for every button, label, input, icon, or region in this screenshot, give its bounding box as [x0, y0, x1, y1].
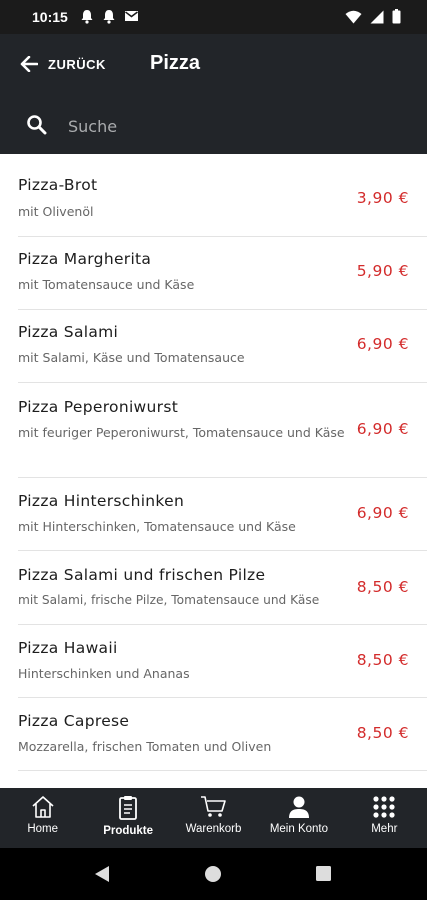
product-item[interactable]: Pizza Peperoniwurst mit feuriger Peperon… — [18, 383, 427, 478]
product-name: Pizza Margherita — [18, 250, 152, 268]
nav-label: Home — [27, 823, 59, 835]
search-bar — [0, 104, 427, 148]
product-name: Pizza Hawaii — [18, 639, 118, 657]
battery-icon — [392, 9, 401, 24]
back-label: ZURÜCK — [48, 56, 106, 72]
system-navigation-bar — [0, 848, 427, 900]
product-name: Pizza Caprese — [18, 712, 130, 730]
user-icon — [288, 796, 309, 818]
product-price: 8,50 € — [356, 651, 409, 669]
product-price: 6,90 € — [356, 335, 409, 353]
system-status-icons — [345, 9, 401, 24]
product-price: 6,90 € — [356, 420, 409, 438]
product-description: Mozzarella, frischen Tomaten und Oliven — [18, 739, 272, 754]
home-icon — [32, 796, 54, 818]
product-name: Pizza-Brot — [18, 176, 98, 194]
product-item[interactable]: Pizza Margherita mit Tomatensauce und Kä… — [18, 237, 427, 310]
product-description: mit Olivenöl — [18, 204, 94, 219]
product-item[interactable]: Pizza-Brot mit Olivenöl 3,90 € — [18, 154, 427, 237]
nav-label: Mehr — [371, 823, 398, 835]
nav-label: Warenkorb — [185, 823, 242, 835]
product-list: Pizza-Brot mit Olivenöl 3,90 € Pizza Mar… — [0, 154, 427, 788]
notification-bell-icon — [103, 10, 115, 24]
nav-item-warenkorb[interactable]: Warenkorb — [171, 788, 256, 848]
arrow-left-icon — [20, 56, 38, 72]
product-item[interactable]: Pizza Caprese Mozzarella, frischen Tomat… — [18, 698, 427, 771]
product-price: 8,50 € — [356, 724, 409, 742]
menu-card-icon — [119, 796, 138, 820]
product-name: Pizza Salami und frischen Pilze — [18, 566, 266, 584]
bottom-navigation: Home Produkte Warenkorb Mein Konto Mehr — [0, 788, 427, 848]
mail-icon — [125, 11, 138, 21]
wifi-icon — [345, 10, 362, 23]
search-icon[interactable] — [26, 114, 48, 136]
status-bar: 10:15 — [0, 0, 427, 34]
product-name: Pizza Salami — [18, 323, 119, 341]
product-price: 3,90 € — [356, 189, 409, 207]
home-circle-icon[interactable] — [204, 865, 222, 883]
notification-bell-icon — [81, 10, 93, 24]
product-description: mit Salami, Käse und Tomatensauce — [18, 350, 245, 365]
product-item[interactable]: Pizza Salami mit Salami, Käse und Tomate… — [18, 310, 427, 383]
product-description: Hinterschinken und Ananas — [18, 666, 190, 681]
product-item[interactable]: Pizza Salami und frischen Pilze mit Sala… — [18, 551, 427, 625]
notification-icons — [80, 9, 139, 24]
product-price: 5,90 € — [356, 262, 409, 280]
page-title: Pizza — [150, 52, 201, 74]
product-name: Pizza Peperoniwurst — [18, 398, 179, 416]
product-item[interactable]: Pizza Hawaii Hinterschinken und Ananas 8… — [18, 625, 427, 698]
nav-item-home[interactable]: Home — [0, 788, 85, 848]
product-description: mit Salami, frische Pilze, Tomatensauce … — [18, 593, 320, 607]
back-button[interactable]: ZURÜCK — [20, 54, 106, 74]
app-header: ZURÜCK Pizza — [0, 34, 427, 154]
back-triangle-icon[interactable] — [94, 865, 110, 883]
nav-label: Produkte — [103, 825, 154, 837]
product-description: mit Tomatensauce und Käse — [18, 277, 195, 292]
product-item[interactable]: Pizza Hinterschinken mit Hinterschinken,… — [18, 478, 427, 551]
status-time: 10:15 — [32, 9, 68, 25]
cart-icon — [200, 796, 226, 817]
nav-item-mehr[interactable]: Mehr — [342, 788, 427, 848]
nav-item-produkte[interactable]: Produkte — [85, 788, 170, 848]
product-description: mit feuriger Peperoniwurst, Tomatensauce… — [18, 425, 345, 440]
signal-icon — [370, 10, 384, 23]
nav-item-mein-konto[interactable]: Mein Konto — [256, 788, 341, 848]
product-description: mit Hinterschinken, Tomatensauce und Käs… — [18, 519, 296, 534]
product-price: 8,50 € — [356, 578, 409, 596]
product-price: 6,90 € — [356, 504, 409, 522]
nav-label: Mein Konto — [269, 823, 329, 835]
search-input[interactable] — [60, 110, 400, 142]
product-name: Pizza Hinterschinken — [18, 492, 185, 510]
recents-square-icon[interactable] — [315, 865, 332, 882]
grid-icon — [373, 796, 395, 818]
